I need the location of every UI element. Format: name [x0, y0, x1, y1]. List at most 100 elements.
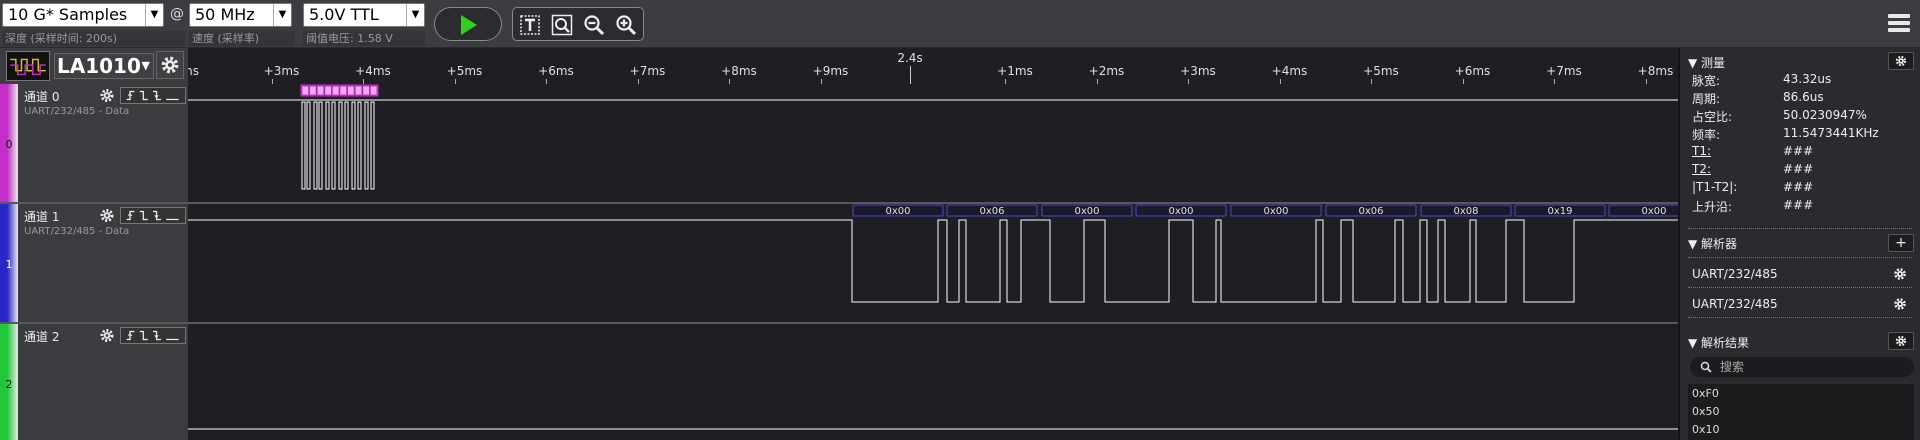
- search-input[interactable]: 搜索: [1690, 357, 1914, 377]
- axis-tick-label: +2ms: [1088, 64, 1125, 78]
- channel-name[interactable]: 通道 2: [24, 328, 59, 345]
- zoom-out-icon[interactable]: [583, 14, 605, 36]
- axis-tick-label: +3ms: [1180, 64, 1216, 78]
- chevron-down-icon[interactable]: ▼: [142, 54, 150, 78]
- waveform-logo-icon[interactable]: [6, 51, 50, 81]
- axis-tick-label: +8ms: [1637, 64, 1674, 78]
- measure-value: ###: [1783, 198, 1814, 212]
- gear-icon[interactable]: [156, 51, 184, 79]
- axis-tick-label: +6ms: [1454, 64, 1491, 78]
- channel-number: 1: [5, 258, 13, 271]
- gear-icon[interactable]: [98, 207, 116, 224]
- measure-label: 周期:: [1692, 92, 1721, 106]
- measure-label: 上升沿:: [1692, 200, 1733, 214]
- analyzer-item[interactable]: UART/232/485: [1692, 297, 1778, 311]
- voltage-label: 阈值电压: 1.58 V: [303, 31, 425, 46]
- hamburger-menu-icon[interactable]: [1888, 14, 1910, 34]
- axis-tick-label: +7ms: [629, 64, 666, 78]
- chevron-down-icon[interactable]: ▼: [273, 4, 291, 26]
- device-select[interactable]: LA1010 ▼: [54, 53, 154, 79]
- zoom-in-icon[interactable]: [615, 14, 637, 36]
- text-cursor-icon[interactable]: [519, 14, 541, 36]
- gear-icon[interactable]: [1888, 52, 1914, 70]
- time-axis[interactable]: 2.4s ms +3ms +4ms +5ms +6ms +7ms +8ms +9ms +1ms +…: [188, 48, 1678, 84]
- decode-label: 0x00: [1074, 206, 1099, 217]
- decode-label: 0x06: [1358, 206, 1383, 217]
- channel-1-header[interactable]: 1 通道 1 UART/232/485 - Data: [0, 204, 188, 324]
- measure-value: 43.32us: [1783, 72, 1832, 86]
- result-item[interactable]: 0x10: [1692, 423, 1720, 436]
- decode-label: 0x00: [1263, 206, 1288, 217]
- zoom-fit-icon[interactable]: [551, 14, 573, 36]
- chevron-down-icon[interactable]: ▼: [406, 4, 424, 26]
- axis-tick-label: +6ms: [538, 64, 574, 78]
- gear-icon[interactable]: [1892, 266, 1908, 282]
- samples-select[interactable]: 10 G* Samples ▼: [2, 3, 164, 27]
- decode-label: 0x00: [1641, 206, 1666, 217]
- trigger-edge-icons[interactable]: [120, 87, 186, 104]
- play-icon: [461, 15, 477, 35]
- result-item[interactable]: 0x50: [1692, 405, 1720, 418]
- search-placeholder: 搜索: [1720, 360, 1745, 374]
- channel-0-waveform[interactable]: [188, 84, 1678, 204]
- results-list[interactable]: 0xF0 0x50 0x10: [1688, 384, 1914, 440]
- gear-icon[interactable]: [1888, 332, 1914, 350]
- measure-label: 频率:: [1692, 128, 1721, 142]
- search-icon: [1700, 361, 1712, 373]
- rate-value: 50 MHz: [195, 5, 255, 24]
- axis-tick-label: +5ms: [1363, 64, 1399, 78]
- trigger-edge-icons[interactable]: [120, 327, 186, 344]
- axis-tick-label: +5ms: [446, 64, 483, 78]
- depth-label: 深度 (采样时间: 200s): [2, 31, 185, 46]
- channel-0-header[interactable]: 0 通道 0 UART/232/485 - Data: [0, 84, 188, 204]
- trigger-edge-icons[interactable]: [120, 207, 186, 224]
- channel-0-signal: [188, 84, 1678, 190]
- channel-name[interactable]: 通道 1: [24, 208, 59, 225]
- results-section-title[interactable]: ▼ 解析结果: [1688, 334, 1749, 351]
- rate-select[interactable]: 50 MHz ▼: [189, 3, 292, 27]
- decode-label: 0x06: [979, 206, 1004, 217]
- result-item[interactable]: 0xF0: [1692, 387, 1719, 400]
- gear-icon[interactable]: [98, 327, 116, 344]
- voltage-value: 5.0V TTL: [309, 5, 379, 24]
- axis-center-label: 2.4s: [897, 51, 923, 65]
- measure-section-title[interactable]: ▼ 测量: [1688, 54, 1725, 71]
- analyzer-item[interactable]: UART/232/485: [1692, 267, 1778, 281]
- run-button[interactable]: [434, 7, 502, 41]
- measure-value: 50.0230947%: [1783, 108, 1867, 122]
- channel-name[interactable]: 通道 0: [24, 88, 59, 105]
- axis-tick-label: +1ms: [997, 64, 1033, 78]
- channel-protocol: UART/232/485 - Data: [24, 226, 130, 237]
- axis-tick-label: ms: [188, 64, 199, 78]
- channel-2-header[interactable]: 2 通道 2: [0, 324, 188, 440]
- side-panel: ▼ 测量 脉宽: 43.32us 周期: 86.6us 占空比: 50.0230947% 频…: [1678, 48, 1920, 440]
- axis-tick-label: +9ms: [812, 64, 849, 78]
- measure-label: T2:: [1692, 162, 1712, 176]
- voltage-select[interactable]: 5.0V TTL ▼: [303, 3, 425, 27]
- measure-value: ###: [1783, 162, 1814, 176]
- add-analyzer-button[interactable]: +: [1888, 234, 1914, 252]
- measure-value: ###: [1783, 144, 1814, 158]
- gear-icon[interactable]: [1892, 296, 1908, 312]
- axis-tick-label: +3ms: [263, 64, 300, 78]
- measure-value: ###: [1783, 180, 1814, 194]
- rate-label: 速度 (采样率): [189, 31, 295, 46]
- device-bar: LA1010 ▼: [0, 48, 188, 84]
- divider: [1688, 228, 1912, 229]
- axis-tick-label: +4ms: [1271, 64, 1308, 78]
- device-name: LA1010: [57, 54, 141, 78]
- measure-label: T1:: [1692, 144, 1712, 158]
- decode-label: 0x19: [1547, 206, 1572, 217]
- analyzer-section-title[interactable]: ▼ 解析器: [1688, 235, 1737, 252]
- chevron-down-icon[interactable]: ▼: [145, 4, 163, 26]
- channel-1-signal: 0x00 0x06 0x00 0x00 0x00 0x06 0x08 0x19 0x00: [188, 204, 1678, 303]
- channel-1-waveform[interactable]: 0x00 0x06 0x00 0x00 0x00 0x06 0x08 0x19 0x00: [188, 204, 1678, 324]
- axis-tick-label: +7ms: [1546, 64, 1582, 78]
- divider: [1688, 287, 1912, 288]
- axis-tick-label: +4ms: [355, 64, 391, 78]
- measure-value: 11.5473441KHz: [1783, 126, 1879, 140]
- decode-label: 0x08: [1453, 206, 1478, 217]
- channel-number: 2: [5, 378, 13, 391]
- gear-icon[interactable]: [98, 87, 116, 104]
- channel-2-waveform[interactable]: [188, 324, 1678, 440]
